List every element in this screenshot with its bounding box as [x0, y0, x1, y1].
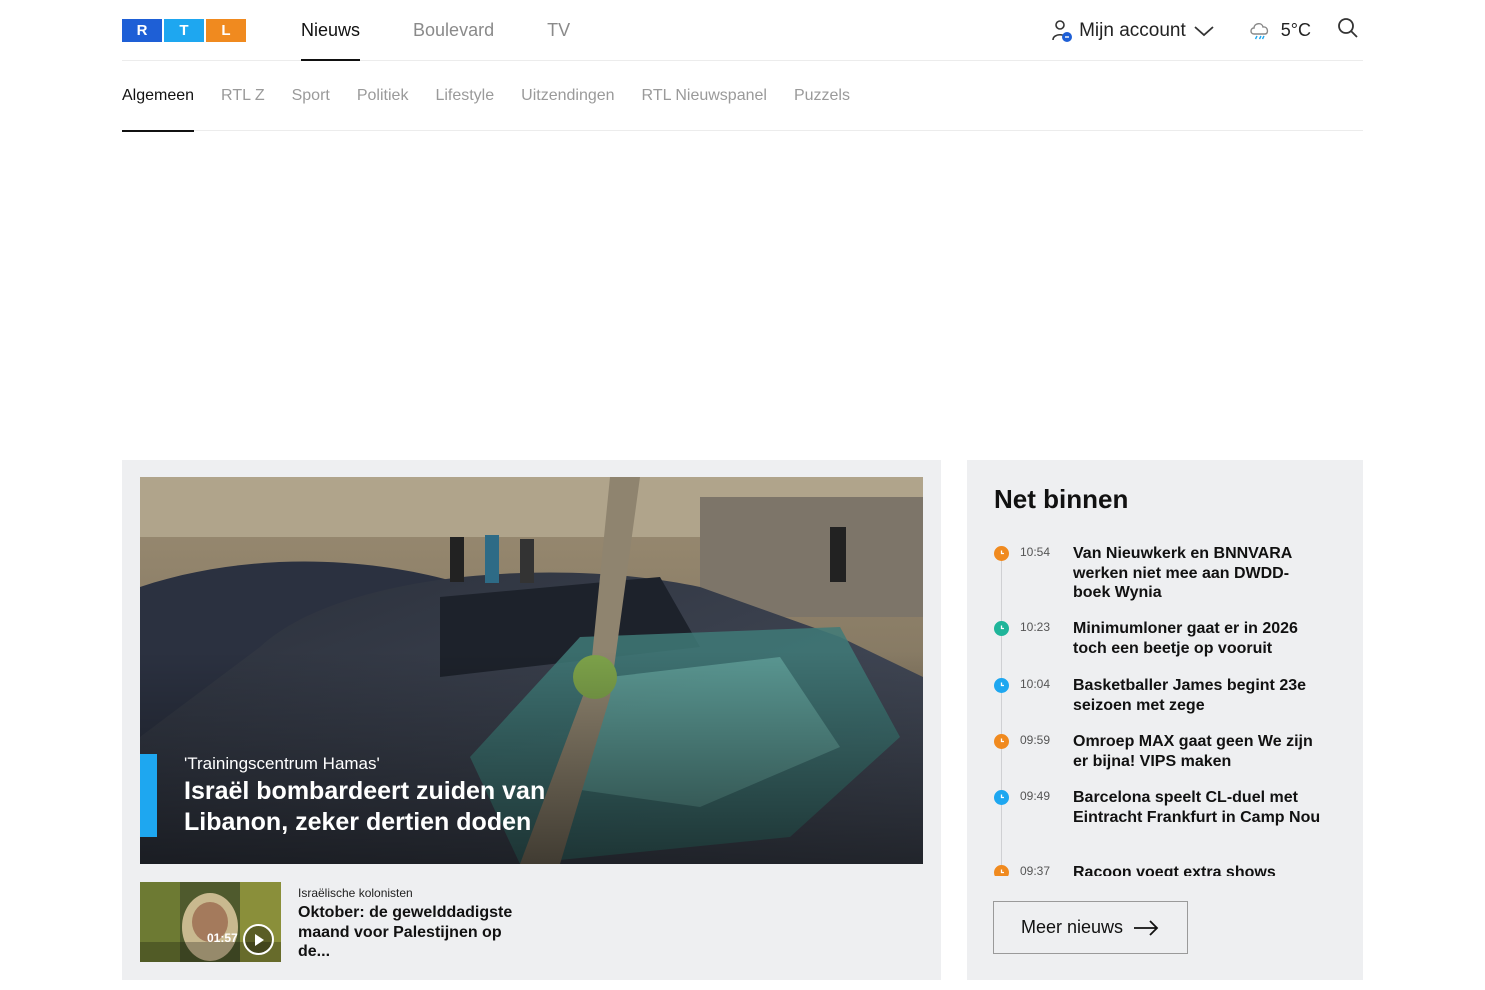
hero-article[interactable]: 'Trainingscentrum Hamas' Israël bombarde…	[140, 477, 923, 864]
search-button[interactable]	[1337, 17, 1359, 44]
feed-item-title: Basketballer James begint 23e seizoen me…	[1073, 677, 1307, 714]
meer-nieuws-button[interactable]: Meer nieuws	[993, 901, 1188, 954]
news-feed: 10:54 Van Nieuwkerk en BNNVARA werken ni…	[994, 544, 1334, 876]
feed-item-time: 09:37	[1020, 864, 1051, 876]
chevron-down-icon	[1194, 25, 1214, 37]
top-stories-panel: 'Trainingscentrum Hamas' Israël bombarde…	[122, 460, 941, 980]
feed-item-title: Van Nieuwkerk en BNNVARA werken niet mee…	[1073, 545, 1292, 601]
clock-icon	[994, 865, 1009, 876]
hero-accent-bar	[140, 754, 157, 837]
timeline-line	[1001, 552, 1002, 876]
logo-letter-t: T	[164, 19, 204, 42]
clock-icon	[994, 734, 1009, 749]
account-menu-button[interactable]: Mijn account	[1051, 19, 1214, 43]
main-nav: Nieuws Boulevard TV	[301, 0, 623, 61]
header-tools: Mijn account 5°C	[1051, 0, 1363, 61]
feed-item-time: 10:04	[1020, 677, 1051, 691]
clock-icon	[994, 621, 1009, 636]
feed-item-title: Barcelona speelt CL-duel met Eintracht F…	[1073, 789, 1321, 826]
hero-title: Israël bombardeert zuiden van Libanon, z…	[184, 777, 546, 836]
video-duration: 01:57	[207, 931, 238, 945]
hero-kicker: 'Trainingscentrum Hamas'	[184, 754, 380, 773]
clock-icon	[994, 790, 1009, 805]
rain-cloud-icon	[1248, 19, 1272, 43]
category-nav: Algemeen RTL Z Sport Politiek Lifestyle …	[122, 61, 1363, 132]
net-binnen-title: Net binnen	[994, 484, 1129, 514]
rtl-logo[interactable]: R T L	[122, 19, 246, 42]
video-article-title: Oktober: de gewelddadigste maand voor Pa…	[298, 904, 513, 960]
logo-letter-r: R	[122, 19, 162, 42]
play-icon[interactable]	[243, 924, 274, 955]
hero-text: 'Trainingscentrum Hamas' Israël bombarde…	[184, 754, 604, 838]
tab-puzzels[interactable]: Puzzels	[794, 61, 850, 131]
main-nav-nieuws[interactable]: Nieuws	[301, 0, 361, 61]
search-icon	[1337, 17, 1359, 44]
tab-politiek[interactable]: Politiek	[357, 61, 409, 131]
meer-nieuws-label: Meer nieuws	[1021, 917, 1124, 937]
tab-uitzendingen[interactable]: Uitzendingen	[521, 61, 614, 131]
tab-rtl-nieuwspanel[interactable]: RTL Nieuwspanel	[642, 61, 767, 131]
main-nav-boulevard[interactable]: Boulevard	[413, 0, 494, 61]
weather-widget[interactable]: 5°C	[1248, 19, 1311, 43]
tab-sport[interactable]: Sport	[292, 61, 330, 131]
logo-letter-l: L	[206, 19, 246, 42]
feed-item-time: 10:23	[1020, 620, 1051, 634]
net-binnen-panel: Net binnen 10:54 Van Nieuwkerk en BNNVAR…	[967, 460, 1363, 980]
main-nav-tv[interactable]: TV	[547, 0, 570, 61]
tab-rtl-z[interactable]: RTL Z	[221, 61, 265, 131]
account-label: Mijn account	[1079, 19, 1186, 41]
top-bar: R T L Nieuws Boulevard TV Mijn account 5…	[122, 0, 1363, 61]
video-article[interactable]: 01:57 Israëlische kolonisten Oktober: de…	[140, 882, 540, 962]
feed-item-title: Racoon voegt extra shows	[1073, 864, 1276, 876]
feed-item-time: 09:59	[1020, 733, 1051, 747]
feed-item-title: Omroep MAX gaat geen We zijn er bijna! V…	[1073, 733, 1313, 770]
clock-icon	[994, 678, 1009, 693]
user-icon	[1051, 19, 1073, 43]
feed-item-title: Minimumloner gaat er in 2026 toch een be…	[1073, 620, 1298, 657]
clock-icon	[994, 546, 1009, 561]
feed-item-time: 09:49	[1020, 789, 1051, 803]
weather-temperature: 5°C	[1280, 20, 1311, 40]
arrow-right-icon	[1133, 919, 1159, 936]
video-article-text: Israëlische kolonisten Oktober: de gewel…	[298, 886, 538, 962]
feed-item-time: 10:54	[1020, 545, 1051, 559]
video-article-kicker: Israëlische kolonisten	[298, 886, 413, 900]
tab-lifestyle[interactable]: Lifestyle	[435, 61, 494, 131]
video-thumbnail: 01:57	[140, 882, 281, 962]
tab-algemeen[interactable]: Algemeen	[122, 61, 195, 132]
